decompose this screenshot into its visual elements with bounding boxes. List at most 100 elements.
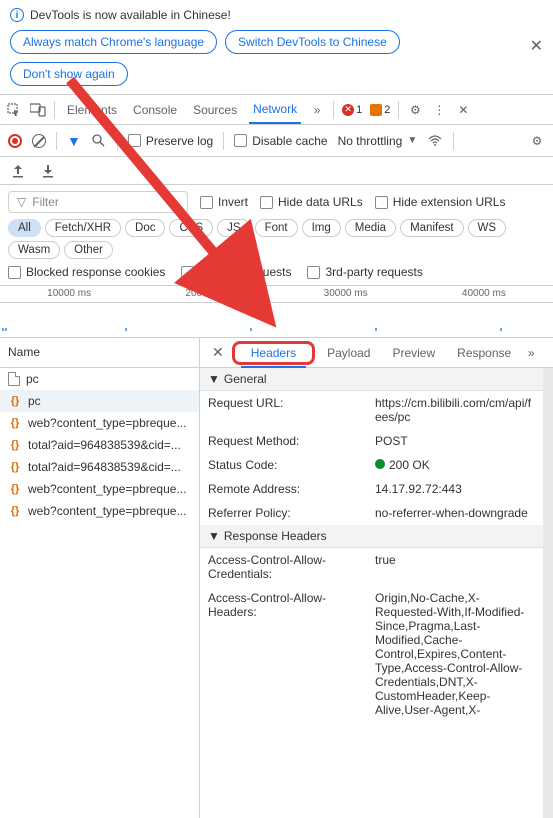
more-tabs-icon[interactable]: »	[309, 102, 325, 118]
request-name: total?aid=964838539&cid=...	[28, 438, 181, 452]
caret-down-icon: ▼	[208, 372, 220, 386]
acah-key: Access-Control-Allow-Headers:	[208, 591, 363, 717]
throttling-dropdown[interactable]: No throttling ▼	[338, 134, 418, 148]
switch-devtools-button[interactable]: Switch DevTools to Chinese	[225, 30, 400, 54]
filter-chip-manifest[interactable]: Manifest	[400, 219, 463, 237]
network-toolbar: ▼ Preserve log Disable cache No throttli…	[0, 125, 553, 157]
caret-down-icon: ▼	[208, 529, 220, 543]
info-icon: i	[10, 8, 24, 22]
inspect-icon[interactable]	[6, 102, 22, 118]
hide-extension-urls-checkbox[interactable]: Hide extension URLs	[375, 195, 506, 209]
banner-close-icon[interactable]: ✕	[530, 36, 543, 56]
tab-headers[interactable]: Headers	[241, 340, 306, 368]
banner-title: DevTools is now available in Chinese!	[30, 8, 231, 22]
net-settings-icon[interactable]: ⚙	[529, 133, 545, 149]
filter-input[interactable]: ▽ Filter	[8, 191, 188, 213]
error-badge[interactable]: ✕1	[342, 104, 362, 116]
close-devtools-icon[interactable]: ✕	[455, 102, 471, 118]
import-export-bar	[0, 157, 553, 185]
hide-data-urls-checkbox[interactable]: Hide data URLs	[260, 195, 363, 209]
general-section-header[interactable]: ▼General	[200, 368, 543, 391]
invert-checkbox[interactable]: Invert	[200, 195, 248, 209]
filter-chip-font[interactable]: Font	[255, 219, 298, 237]
disable-cache-checkbox[interactable]: Disable cache	[234, 134, 327, 148]
tab-elements[interactable]: Elements	[63, 97, 121, 123]
request-name: web?content_type=pbreque...	[28, 482, 186, 496]
more-detail-tabs-icon[interactable]: »	[523, 345, 539, 361]
request-name: web?content_type=pbreque...	[28, 416, 186, 430]
upload-icon[interactable]	[10, 163, 26, 179]
remote-address-key: Remote Address:	[208, 482, 363, 496]
timeline-overview[interactable]: 10000 ms 20000 ms 30000 ms 40000 ms	[0, 286, 553, 338]
request-method-key: Request Method:	[208, 434, 363, 448]
request-row[interactable]: {} web?content_type=pbreque...	[0, 500, 199, 522]
status-dot-icon	[375, 459, 385, 469]
filter-bar: ▽ Filter Invert Hide data URLs Hide exte…	[0, 185, 553, 286]
search-icon[interactable]	[91, 133, 107, 149]
request-method-value: POST	[375, 434, 535, 448]
third-party-checkbox[interactable]: 3rd-party requests	[307, 265, 422, 279]
filter-chip-img[interactable]: Img	[302, 219, 341, 237]
acac-value: true	[375, 553, 535, 581]
preserve-log-checkbox[interactable]: Preserve log	[128, 134, 213, 148]
request-row[interactable]: pc	[0, 368, 199, 390]
json-icon: {}	[8, 416, 22, 430]
blocked-requests-checkbox[interactable]: Blocked requests	[181, 265, 291, 279]
referrer-policy-key: Referrer Policy:	[208, 506, 363, 520]
request-name: pc	[26, 372, 39, 386]
request-row[interactable]: {} web?content_type=pbreque...	[0, 478, 199, 500]
request-row[interactable]: {} total?aid=964838539&cid=...	[0, 434, 199, 456]
tab-network[interactable]: Network	[249, 96, 301, 124]
filter-funnel-icon: ▽	[17, 195, 26, 209]
request-row[interactable]: {} pc	[0, 390, 199, 412]
acac-key: Access-Control-Allow-Credentials:	[208, 553, 363, 581]
request-row[interactable]: {}total?aid=964838539&cid=...	[0, 456, 199, 478]
blocked-cookies-checkbox[interactable]: Blocked response cookies	[8, 265, 165, 279]
request-row[interactable]: {} web?content_type=pbreque...	[0, 412, 199, 434]
record-button[interactable]	[8, 134, 22, 148]
request-name: web?content_type=pbreque...	[28, 504, 186, 518]
filter-toggle-icon[interactable]: ▼	[67, 133, 81, 149]
wifi-icon[interactable]	[427, 133, 443, 149]
tab-console[interactable]: Console	[129, 97, 181, 123]
tab-sources[interactable]: Sources	[189, 97, 241, 123]
request-name: pc	[28, 394, 41, 408]
filter-chip-fetchxhr[interactable]: Fetch/XHR	[45, 219, 121, 237]
filter-chip-other[interactable]: Other	[64, 241, 113, 259]
tab-payload[interactable]: Payload	[317, 340, 380, 366]
status-code-key: Status Code:	[208, 458, 363, 472]
referrer-policy-value: no-referrer-when-downgrade	[375, 506, 535, 520]
filter-chip-media[interactable]: Media	[345, 219, 396, 237]
request-detail-panel: ✕ Headers Payload Preview Response » ▼Ge…	[200, 338, 553, 818]
download-icon[interactable]	[40, 163, 56, 179]
language-banner: i DevTools is now available in Chinese! …	[0, 0, 553, 95]
filter-chip-css[interactable]: CSS	[169, 219, 213, 237]
request-url-value: https://cm.bilibili.com/cm/api/fees/pc	[375, 396, 535, 424]
json-icon: {}	[8, 482, 22, 496]
json-icon: {}	[8, 504, 22, 518]
filter-chip-all[interactable]: All	[8, 219, 41, 237]
acah-value: Origin,No-Cache,X-Requested-With,If-Modi…	[375, 591, 535, 717]
filter-chip-ws[interactable]: WS	[468, 219, 507, 237]
filter-chip-wasm[interactable]: Wasm	[8, 241, 60, 259]
always-match-button[interactable]: Always match Chrome's language	[10, 30, 217, 54]
settings-icon[interactable]: ⚙	[407, 102, 423, 118]
name-column-header[interactable]: Name	[0, 338, 199, 368]
clear-button[interactable]	[32, 134, 46, 148]
requests-name-column: Name pc {} pc {} web?content_type=pbreque...…	[0, 338, 200, 818]
dont-show-again-button[interactable]: Don't show again	[10, 62, 128, 86]
tab-preview[interactable]: Preview	[382, 340, 445, 366]
json-icon: {}	[8, 394, 22, 408]
device-toggle-icon[interactable]	[30, 102, 46, 118]
tab-response[interactable]: Response	[447, 340, 521, 366]
json-icon: {}	[8, 438, 22, 452]
response-headers-section-header[interactable]: ▼Response Headers	[200, 525, 543, 548]
filter-chip-doc[interactable]: Doc	[125, 219, 165, 237]
request-name: total?aid=964838539&cid=...	[28, 460, 181, 474]
close-detail-icon[interactable]: ✕	[206, 344, 230, 361]
kebab-icon[interactable]: ⋮	[431, 102, 447, 118]
request-url-key: Request URL:	[208, 396, 363, 424]
warning-badge[interactable]: 2	[370, 104, 390, 116]
filter-chip-js[interactable]: JS	[217, 219, 250, 237]
devtools-main-toolbar: Elements Console Sources Network » ✕1 2 …	[0, 95, 553, 125]
